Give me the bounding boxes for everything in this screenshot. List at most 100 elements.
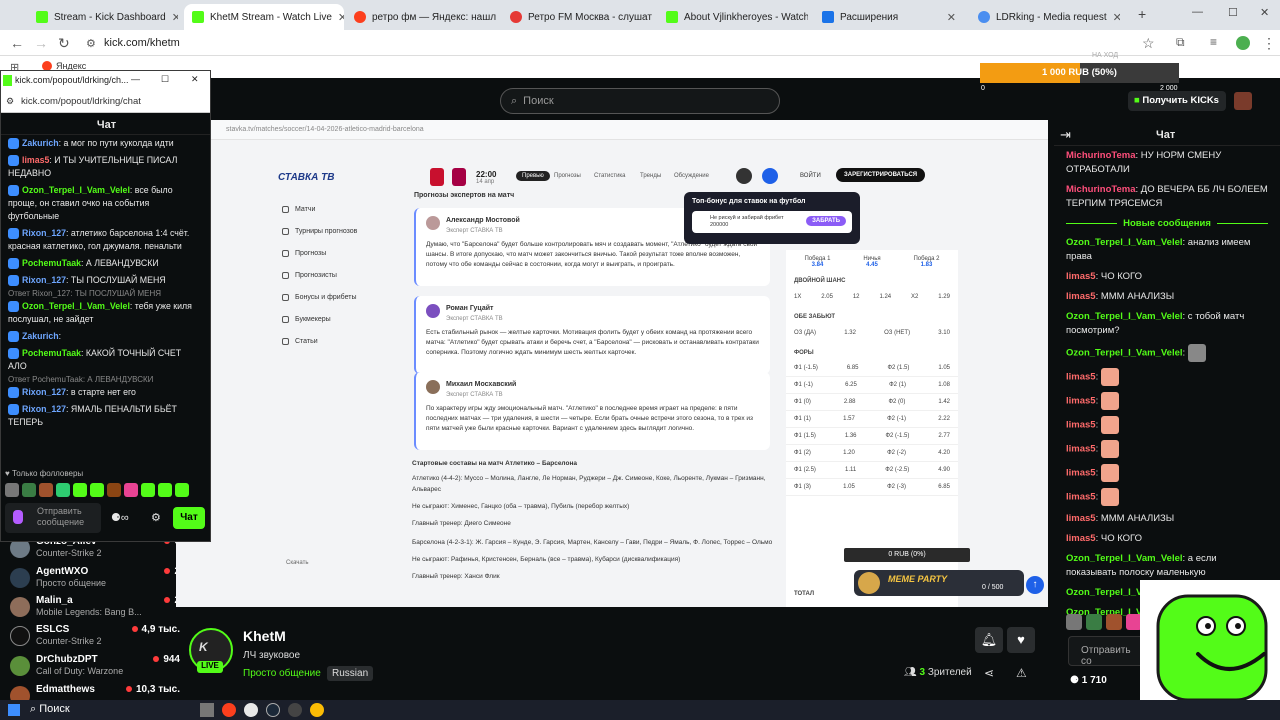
microphone-icon[interactable] <box>13 510 23 524</box>
chat-username[interactable]: limas5 <box>1066 468 1096 479</box>
forward-arrow-icon[interactable]: → <box>34 35 48 51</box>
channel-item-malin[interactable]: Malin_aMobile Legends: Bang B...2 <box>10 595 180 623</box>
chat-username[interactable]: limas5 <box>1066 420 1096 431</box>
profile-avatar[interactable] <box>1236 36 1250 50</box>
close-tab-icon[interactable]: ✕ <box>172 11 178 24</box>
emote-icon[interactable] <box>141 483 155 497</box>
chat-username[interactable]: limas5 <box>1066 372 1096 383</box>
settings-gear-icon[interactable]: ⚙ <box>151 511 161 524</box>
chat-username[interactable]: Zakurich <box>22 331 59 341</box>
language-tag[interactable]: Russian <box>327 666 374 681</box>
follow-heart-icon[interactable]: ♥ <box>1007 627 1035 653</box>
video-player[interactable]: stavka.tv/matches/soccer/14-04-2026-atle… <box>176 120 1048 607</box>
maximize-window-button[interactable]: ☐ <box>161 74 169 85</box>
get-kicks-button[interactable]: ■ Получить KICKs <box>1128 91 1226 111</box>
tab-extensions[interactable]: Расширения ✕ <box>814 4 964 30</box>
minimize-window-button[interactable]: — <box>1192 6 1203 18</box>
tab-khetm-stream[interactable]: KhetM Stream - Watch Live ✕ <box>184 4 344 30</box>
share-icon[interactable]: ⋖ <box>984 666 994 680</box>
stream-category[interactable]: Просто общение <box>243 668 321 679</box>
close-window-button[interactable]: ✕ <box>1260 6 1269 19</box>
notification-bell-icon[interactable]: 🔔︎ <box>975 627 1003 653</box>
reload-icon[interactable]: ↻ <box>58 35 70 52</box>
close-window-button[interactable]: ✕ <box>191 74 199 85</box>
chat-username[interactable]: Ozon_Terpel_I_Vam_Velel <box>1066 553 1183 564</box>
emote-icon[interactable] <box>107 483 121 497</box>
channel-item-eslcs[interactable]: ESLCS Counter-Strike 2 4,9 тыс. <box>10 624 180 652</box>
windows-start-icon[interactable] <box>8 704 20 716</box>
emote-icon[interactable] <box>39 483 53 497</box>
site-info-icon[interactable]: ⚙ <box>86 37 96 50</box>
chat-username[interactable]: limas5 <box>1066 533 1096 544</box>
chat-username[interactable]: Rixon_127 <box>22 228 66 238</box>
points-balance[interactable]: ⚈ 1 710 <box>1070 675 1107 686</box>
emote-icon[interactable] <box>22 483 36 497</box>
bookmark-star-icon[interactable]: ☆ <box>1142 35 1155 52</box>
tab-retro-fm[interactable]: Ретро FM Москва - слушать о✕ <box>502 4 652 30</box>
emote-icon[interactable] <box>158 483 172 497</box>
chat-username[interactable]: PochemuTaak <box>22 348 81 358</box>
close-tab-icon[interactable]: ✕ <box>947 11 956 24</box>
channel-item-agentwxo[interactable]: AgentWXOПросто общение2 <box>10 566 180 594</box>
minimize-window-button[interactable]: — <box>131 74 140 84</box>
close-tab-icon[interactable]: ✕ <box>1113 11 1120 24</box>
channel-item-drchubz[interactable]: DrChubzDPT Call of Duty: Warzone 944 <box>10 654 180 682</box>
chat-username[interactable]: Rixon_127 <box>22 387 66 397</box>
chat-username[interactable]: Rixon_127 <box>22 404 66 414</box>
emote-icon[interactable] <box>56 483 70 497</box>
emote-icon[interactable] <box>175 483 189 497</box>
tab-about-vjlink[interactable]: About Vjlinkheroyes - Watch Li✕ <box>658 4 808 30</box>
emote-icon[interactable] <box>124 483 138 497</box>
search-input[interactable]: ⌕ Поиск <box>500 88 780 114</box>
chat-username[interactable]: limas5 <box>22 155 49 165</box>
chat-username[interactable]: limas5 <box>1066 396 1096 407</box>
task-view-icon[interactable] <box>200 703 214 717</box>
taskbar-search[interactable]: ⌕ Поиск <box>30 703 70 716</box>
tab-ldrking-media[interactable]: LDRking - Media request ✕ <box>970 4 1120 30</box>
chat-username[interactable]: Rixon_127 <box>22 275 66 285</box>
obs-icon[interactable] <box>288 703 302 717</box>
chat-username[interactable]: PochemuTaak <box>22 258 81 268</box>
popout-send-input[interactable]: Отправить сообщение <box>5 503 101 533</box>
yandex-browser-icon[interactable] <box>222 703 236 717</box>
chat-username[interactable]: limas5 <box>1066 291 1096 302</box>
streamer-name[interactable]: KhetM <box>243 628 286 644</box>
chat-username[interactable]: limas5 <box>1066 513 1096 524</box>
tab-yandex-search[interactable]: ретро фм — Яндекс: нашлось✕ <box>346 4 496 30</box>
right-send-input[interactable]: Отправить со <box>1068 636 1148 667</box>
emote-icon[interactable] <box>73 483 87 497</box>
collapse-chat-icon[interactable]: ⇥ <box>1060 127 1071 143</box>
report-warning-icon[interactable]: ⚠ <box>1016 666 1027 680</box>
emote-icon[interactable] <box>5 483 19 497</box>
maximize-window-button[interactable]: ☐ <box>1228 6 1238 19</box>
chat-username[interactable]: limas5 <box>1066 444 1096 455</box>
back-arrow-icon[interactable]: ← <box>10 35 24 51</box>
chat-username[interactable]: Ozon_Terpel_I_Vam_Velel <box>1066 237 1183 248</box>
steam-icon[interactable] <box>266 703 280 717</box>
tab-search-icon[interactable]: ≡ <box>1210 35 1217 49</box>
new-tab-button[interactable]: + <box>1138 6 1146 22</box>
chat-username[interactable]: MichurinoTema <box>1066 150 1136 161</box>
chat-username[interactable]: Ozon_Terpel_I_Vam_Velel <box>1066 311 1183 322</box>
extensions-icon[interactable]: ⧉ <box>1176 35 1185 50</box>
emote-icon[interactable] <box>1066 614 1082 630</box>
chat-username[interactable]: limas5 <box>1066 492 1096 503</box>
close-tab-icon[interactable]: ✕ <box>338 11 344 24</box>
points-icon[interactable]: ⚈∞ <box>111 511 129 524</box>
tab-kick-dashboard[interactable]: Stream - Kick Dashboard ✕ <box>28 4 178 30</box>
chat-username[interactable]: Ozon_Terpel_I_Vam_Velel <box>22 301 130 311</box>
emote-icon[interactable] <box>1086 614 1102 630</box>
chat-username[interactable]: limas5 <box>1066 271 1096 282</box>
chat-username[interactable]: MichurinoTema <box>1066 184 1136 195</box>
popout-chat-button[interactable]: Чат <box>173 507 205 529</box>
menu-dots-icon[interactable]: ⋮ <box>1262 35 1276 52</box>
chat-username[interactable]: Zakurich <box>22 138 59 148</box>
chrome-icon[interactable] <box>310 703 324 717</box>
emote-icon[interactable] <box>1106 614 1122 630</box>
yandex-app-icon[interactable] <box>244 703 258 717</box>
chat-username[interactable]: Ozon_Terpel_I_Vam_Velel <box>1066 348 1183 359</box>
chat-username[interactable]: Ozon_Terpel_I_Vam_Velel <box>22 185 130 195</box>
user-avatar[interactable] <box>1234 92 1252 110</box>
url-field[interactable]: kick.com/khetm <box>104 37 180 49</box>
emote-icon[interactable] <box>90 483 104 497</box>
